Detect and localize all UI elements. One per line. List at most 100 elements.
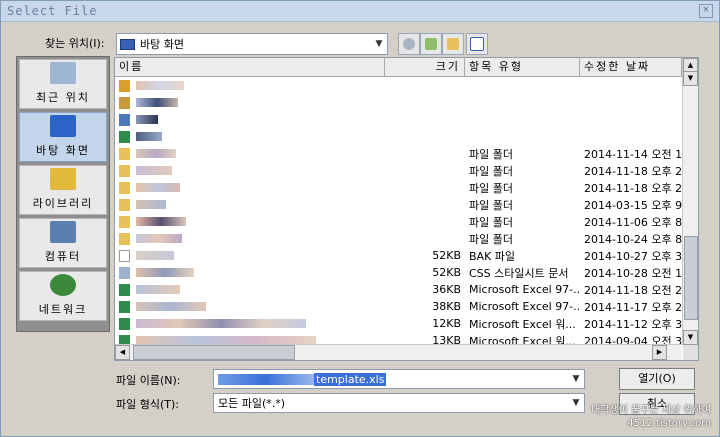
redacted-name [136,149,176,158]
window-title: Select File [7,4,98,18]
folder-icon [119,164,130,177]
filename-label: 파일 이름(N): [116,374,181,387]
file-modified: 2014-10-27 오후 3 [584,249,682,263]
new-folder-button[interactable] [442,33,464,55]
filetype-value: 모든 파일(*.*) [218,397,286,410]
file-type: Microsoft Excel 워... [469,317,576,331]
new-folder-icon [447,38,459,50]
list-item[interactable]: 52KB CSS 스타일시트 문서 2014-10-28 오전 1 [115,264,682,281]
lookin-value: 바탕 화면 [140,38,184,51]
scroll-left-icon[interactable]: ◀ [115,345,130,360]
places-bar: 최근 위치 바탕 화면 라이브러리 컴퓨터 네트워크 [16,56,110,332]
place-computer[interactable]: 컴퓨터 [19,218,107,268]
file-modified: 2014-03-15 오후 9 [584,198,682,212]
excel-icon [119,283,130,296]
back-icon [403,38,415,50]
file-type: 파일 폴더 [469,164,513,178]
file-rows: 파일 폴더 2014-11-14 오전 1 파일 폴더 2014-11-18 오… [115,77,682,345]
file-icon [119,249,130,262]
back-button[interactable] [398,33,420,55]
desktop-icon [120,38,135,50]
file-type: 파일 폴더 [469,147,513,161]
file-modified: 2014-11-18 오후 2 [584,181,682,195]
file-modified: 2014-11-14 오전 1 [584,147,682,161]
user-folder-icon [119,96,130,109]
up-folder-button[interactable] [420,33,442,55]
redacted-name [136,183,180,192]
network-icon [119,130,130,143]
scroll-down-icon[interactable]: ▼ [683,330,698,345]
file-type: Microsoft Excel 97-... [469,300,580,313]
up-folder-icon [425,38,437,50]
place-library[interactable]: 라이브러리 [19,165,107,215]
redacted-name [136,115,158,124]
list-item[interactable]: 52KB BAK 파일 2014-10-27 오후 3 [115,247,682,264]
file-modified: 2014-11-18 오전 2 [584,283,682,297]
column-type[interactable]: 항목 유형 [465,58,580,76]
library-icon [50,168,76,190]
file-type: 파일 폴더 [469,215,513,229]
list-item[interactable] [115,111,682,128]
scroll-up-page-icon[interactable]: ▼ [683,71,698,86]
place-recent[interactable]: 최근 위치 [19,59,107,109]
place-network[interactable]: 네트워크 [19,271,107,321]
list-item[interactable]: 파일 폴더 2014-11-18 오후 2 [115,162,682,179]
column-modified[interactable]: 수정한 날짜 [580,58,682,76]
list-item[interactable] [115,77,682,94]
vertical-scrollbar[interactable]: ▲ ▼ ▼ [682,58,698,345]
redacted-filename [218,374,314,385]
list-item[interactable]: 36KB Microsoft Excel 97-... 2014-11-18 오… [115,281,682,298]
list-item[interactable]: 파일 폴더 2014-11-14 오전 1 [115,145,682,162]
close-icon[interactable]: × [699,4,713,18]
select-file-dialog: Select File × 찾는 위치(I): 바탕 화면 ▼ 최근 위치 바탕… [0,0,720,437]
excel-icon [119,317,130,330]
excel-icon [119,300,130,313]
list-item[interactable] [115,94,682,111]
horizontal-scroll-thumb[interactable] [133,345,295,360]
redacted-name [136,251,174,260]
file-type: 파일 폴더 [469,181,513,195]
file-type: CSS 스타일시트 문서 [469,266,569,280]
file-type: 파일 폴더 [469,198,513,212]
scroll-corner [683,345,698,360]
chevron-down-icon[interactable]: ▼ [371,39,387,49]
list-item[interactable]: 파일 폴더 2014-11-18 오후 2 [115,179,682,196]
vertical-scroll-thumb[interactable] [684,236,698,320]
file-type: 파일 폴더 [469,232,513,246]
column-size[interactable]: 크기 [385,58,465,76]
horizontal-scrollbar[interactable]: ◀ ▶ [115,344,682,360]
file-list[interactable]: 이름 크기 항목 유형 수정한 날짜 파일 폴더 2014-11-14 오전 1… [114,57,699,361]
file-type: Microsoft Excel 97-... [469,283,580,296]
redacted-name [136,217,186,226]
redacted-name [136,98,178,107]
filename-input[interactable]: template.xls ▼ [213,369,585,389]
list-item[interactable]: 12KB Microsoft Excel 워... 2014-11-12 오후 … [115,315,682,332]
place-label: 바탕 화면 [36,144,90,157]
list-item[interactable]: 파일 폴더 2014-03-15 오후 9 [115,196,682,213]
filetype-select[interactable]: 모든 파일(*.*) ▼ [213,393,585,413]
chevron-down-icon[interactable]: ▼ [568,398,584,408]
scroll-right-icon[interactable]: ▶ [652,345,667,360]
folder-icon [119,181,130,194]
list-item[interactable]: 파일 폴더 2014-10-24 오후 8 [115,230,682,247]
open-button[interactable]: 열기(O) [619,368,695,390]
list-item[interactable]: 파일 폴더 2014-11-06 오후 8 [115,213,682,230]
column-name[interactable]: 이름 [115,58,385,76]
file-modified: 2014-11-06 오후 8 [584,215,682,229]
folder-icon [119,198,130,211]
desktop-icon [50,115,76,137]
list-item[interactable] [115,128,682,145]
place-label: 컴퓨터 [44,250,82,263]
lookin-combobox[interactable]: 바탕 화면 ▼ [116,33,388,55]
file-size: 12KB [432,317,461,330]
chevron-down-icon[interactable]: ▼ [568,374,584,384]
place-label: 네트워크 [38,303,88,316]
file-list-header: 이름 크기 항목 유형 수정한 날짜 [115,58,682,77]
filename-value: template.xls [314,372,387,386]
view-menu-button[interactable] [466,33,488,55]
file-modified: 2014-11-12 오후 3 [584,317,682,331]
redacted-name [136,319,306,328]
place-desktop[interactable]: 바탕 화면 [19,112,107,162]
css-file-icon [119,266,130,279]
list-item[interactable]: 38KB Microsoft Excel 97-... 2014-11-17 오… [115,298,682,315]
